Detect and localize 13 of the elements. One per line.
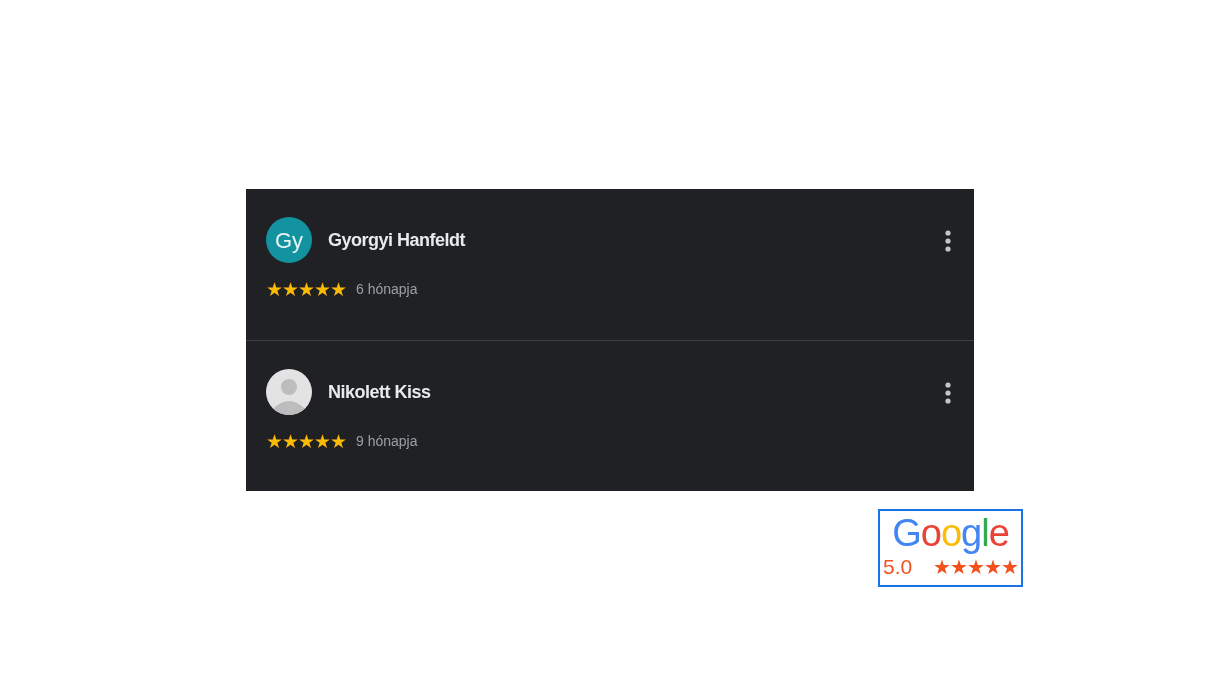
google-logo: Google: [891, 511, 1010, 555]
more-options-icon[interactable]: [944, 228, 952, 252]
avatar: Gy: [266, 217, 312, 263]
more-options-icon[interactable]: [944, 380, 952, 404]
star-rating: ★★★★★: [266, 280, 346, 299]
avatar-icon: [266, 369, 312, 415]
review-time: 9 hónapja: [356, 432, 418, 451]
rating-score: 5.0: [883, 555, 913, 579]
reviewer-name: Gyorgyi Hanfeldt: [328, 228, 466, 252]
star-rating: ★★★★★: [933, 555, 1018, 579]
star-rating: ★★★★★: [266, 432, 346, 451]
reviewer-name: Nikolett Kiss: [328, 380, 431, 404]
review-time: 6 hónapja: [356, 280, 418, 299]
